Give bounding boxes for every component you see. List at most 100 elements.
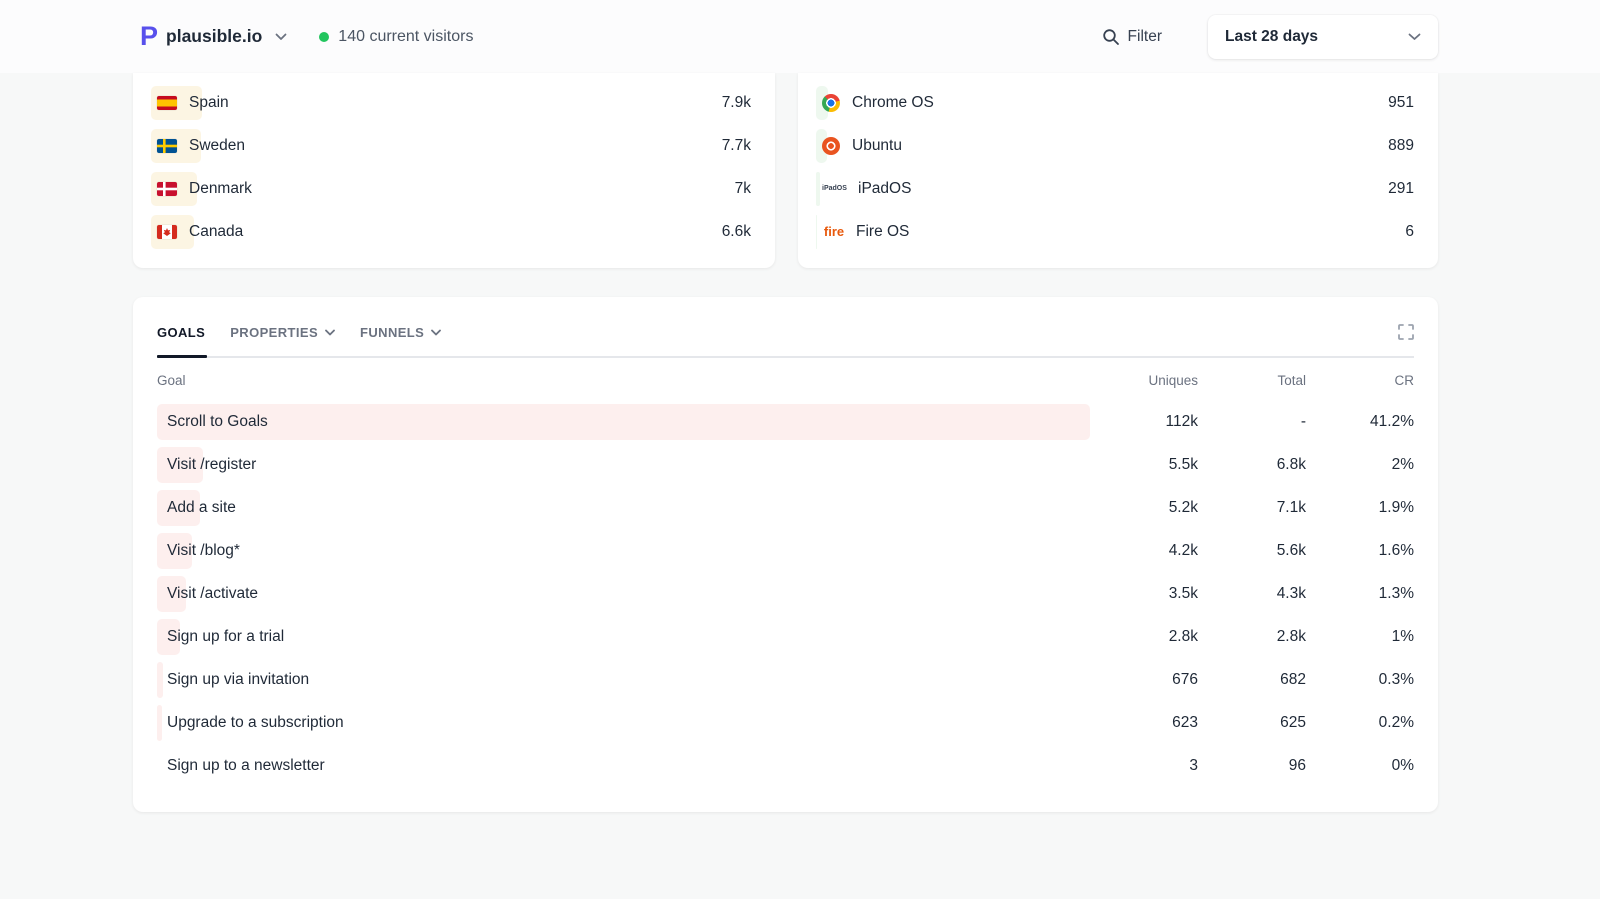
country-row[interactable]: Canada 6.6k [157,210,751,253]
goal-name: Scroll to Goals [167,413,268,431]
denmark-flag-icon [157,182,177,196]
goal-row[interactable]: Sign up for a trial 2.8k 2.8k 1% [157,615,1414,658]
goal-row[interactable]: Sign up to a newsletter 3 96 0% [157,744,1414,787]
goal-uniques: 112k [1090,413,1198,431]
os-row[interactable]: Chrome OS 951 [822,81,1414,124]
goal-uniques: 2.8k [1090,628,1198,646]
country-value: 7k [735,180,751,198]
sweden-flag-icon [157,139,177,153]
top-header: P plausible.io 140 current visitors Filt… [0,0,1600,73]
goal-uniques: 623 [1090,714,1198,732]
goal-total: 2.8k [1198,628,1306,646]
goal-row[interactable]: Add a site 5.2k 7.1k 1.9% [157,486,1414,529]
country-row[interactable]: Sweden 7.7k [157,124,751,167]
os-row[interactable]: fire Fire OS 6 [822,210,1414,253]
column-goal: Goal [157,373,1090,388]
goal-uniques: 5.2k [1090,499,1198,517]
country-row[interactable]: Denmark 7k [157,167,751,210]
goal-uniques: 4.2k [1090,542,1198,560]
country-name: Sweden [189,137,245,155]
date-range-select[interactable]: Last 28 days [1208,15,1438,59]
plausible-logo-icon: P [140,23,157,50]
os-value: 889 [1388,137,1414,155]
goal-bar [157,705,162,741]
goal-cr: 2% [1306,456,1414,474]
tab-funnels[interactable]: FUNNELS [360,325,441,340]
expand-icon [1398,324,1414,340]
goal-uniques: 5.5k [1090,456,1198,474]
goal-row[interactable]: Sign up via invitation 676 682 0.3% [157,658,1414,701]
country-row[interactable]: Spain 7.9k [157,81,751,124]
expand-button[interactable] [1398,324,1414,340]
goal-row[interactable]: Scroll to Goals 112k - 41.2% [157,400,1414,443]
goal-row[interactable]: Visit /blog* 4.2k 5.6k 1.6% [157,529,1414,572]
os-bar [816,172,820,206]
live-visitors-dot-icon [319,32,329,42]
os-name: Chrome OS [852,94,934,112]
tabs-divider [157,356,1414,358]
goal-cr: 1.6% [1306,542,1414,560]
goal-cr: 0.2% [1306,714,1414,732]
goal-uniques: 3 [1090,757,1198,775]
os-value: 291 [1388,180,1414,198]
goal-bar [157,404,1090,440]
column-uniques: Uniques [1090,373,1198,388]
goal-total: 6.8k [1198,456,1306,474]
goal-total: 682 [1198,671,1306,689]
os-value: 6 [1405,223,1414,241]
goal-uniques: 3.5k [1090,585,1198,603]
os-bar [816,215,817,249]
goal-name: Visit /activate [167,585,258,603]
current-visitors-label[interactable]: 140 current visitors [338,28,473,46]
operating-systems-card: Chrome OS 951 Ubuntu 889 iPadOS iPadOS 2… [798,73,1438,268]
tab-properties[interactable]: PROPERTIES [230,325,335,340]
goal-name: Sign up to a newsletter [167,757,325,775]
os-value: 951 [1388,94,1414,112]
goal-cr: 1% [1306,628,1414,646]
site-switcher-chevron-down-icon[interactable] [275,33,287,41]
goal-total: 96 [1198,757,1306,775]
os-name: iPadOS [858,180,911,198]
os-name: Fire OS [856,223,909,241]
tab-goals[interactable]: GOALS [157,325,205,340]
countries-card: Spain 7.9k Sweden 7.7k Denmark 7k [133,73,775,268]
canada-flag-icon [157,225,177,239]
goal-name: Upgrade to a subscription [167,714,344,732]
spain-flag-icon [157,96,177,110]
filter-label: Filter [1128,28,1162,46]
goal-row[interactable]: Upgrade to a subscription 623 625 0.2% [157,701,1414,744]
goal-name: Add a site [167,499,236,517]
goal-name: Sign up for a trial [167,628,284,646]
goal-cr: 0% [1306,757,1414,775]
goal-total: 4.3k [1198,585,1306,603]
goals-card: GOALS PROPERTIES FUNNELS [133,297,1438,812]
goal-cr: 1.9% [1306,499,1414,517]
os-row[interactable]: iPadOS iPadOS 291 [822,167,1414,210]
funnels-chevron-down-icon [431,329,441,336]
properties-chevron-down-icon [325,329,335,336]
goal-bar [157,662,163,698]
ubuntu-icon [822,137,840,155]
active-tab-underline [157,355,207,358]
goal-row[interactable]: Visit /activate 3.5k 4.3k 1.3% [157,572,1414,615]
date-range-chevron-down-icon [1408,33,1421,41]
country-value: 6.6k [722,223,751,241]
column-cr: CR [1306,373,1414,388]
goal-name: Visit /blog* [167,542,240,560]
filter-button[interactable]: Filter [1102,28,1162,46]
goal-total: - [1198,413,1306,431]
goal-total: 7.1k [1198,499,1306,517]
os-row[interactable]: Ubuntu 889 [822,124,1414,167]
site-name[interactable]: plausible.io [166,26,262,47]
country-name: Spain [189,94,229,112]
country-name: Canada [189,223,243,241]
search-icon [1102,28,1120,46]
goal-row[interactable]: Visit /register 5.5k 6.8k 2% [157,443,1414,486]
column-total: Total [1198,373,1306,388]
ipados-icon: iPadOS [822,185,846,192]
country-value: 7.7k [722,137,751,155]
fire-os-icon: fire [822,224,846,239]
goal-cr: 0.3% [1306,671,1414,689]
date-range-value: Last 28 days [1225,28,1318,46]
goal-cr: 41.2% [1306,413,1414,431]
